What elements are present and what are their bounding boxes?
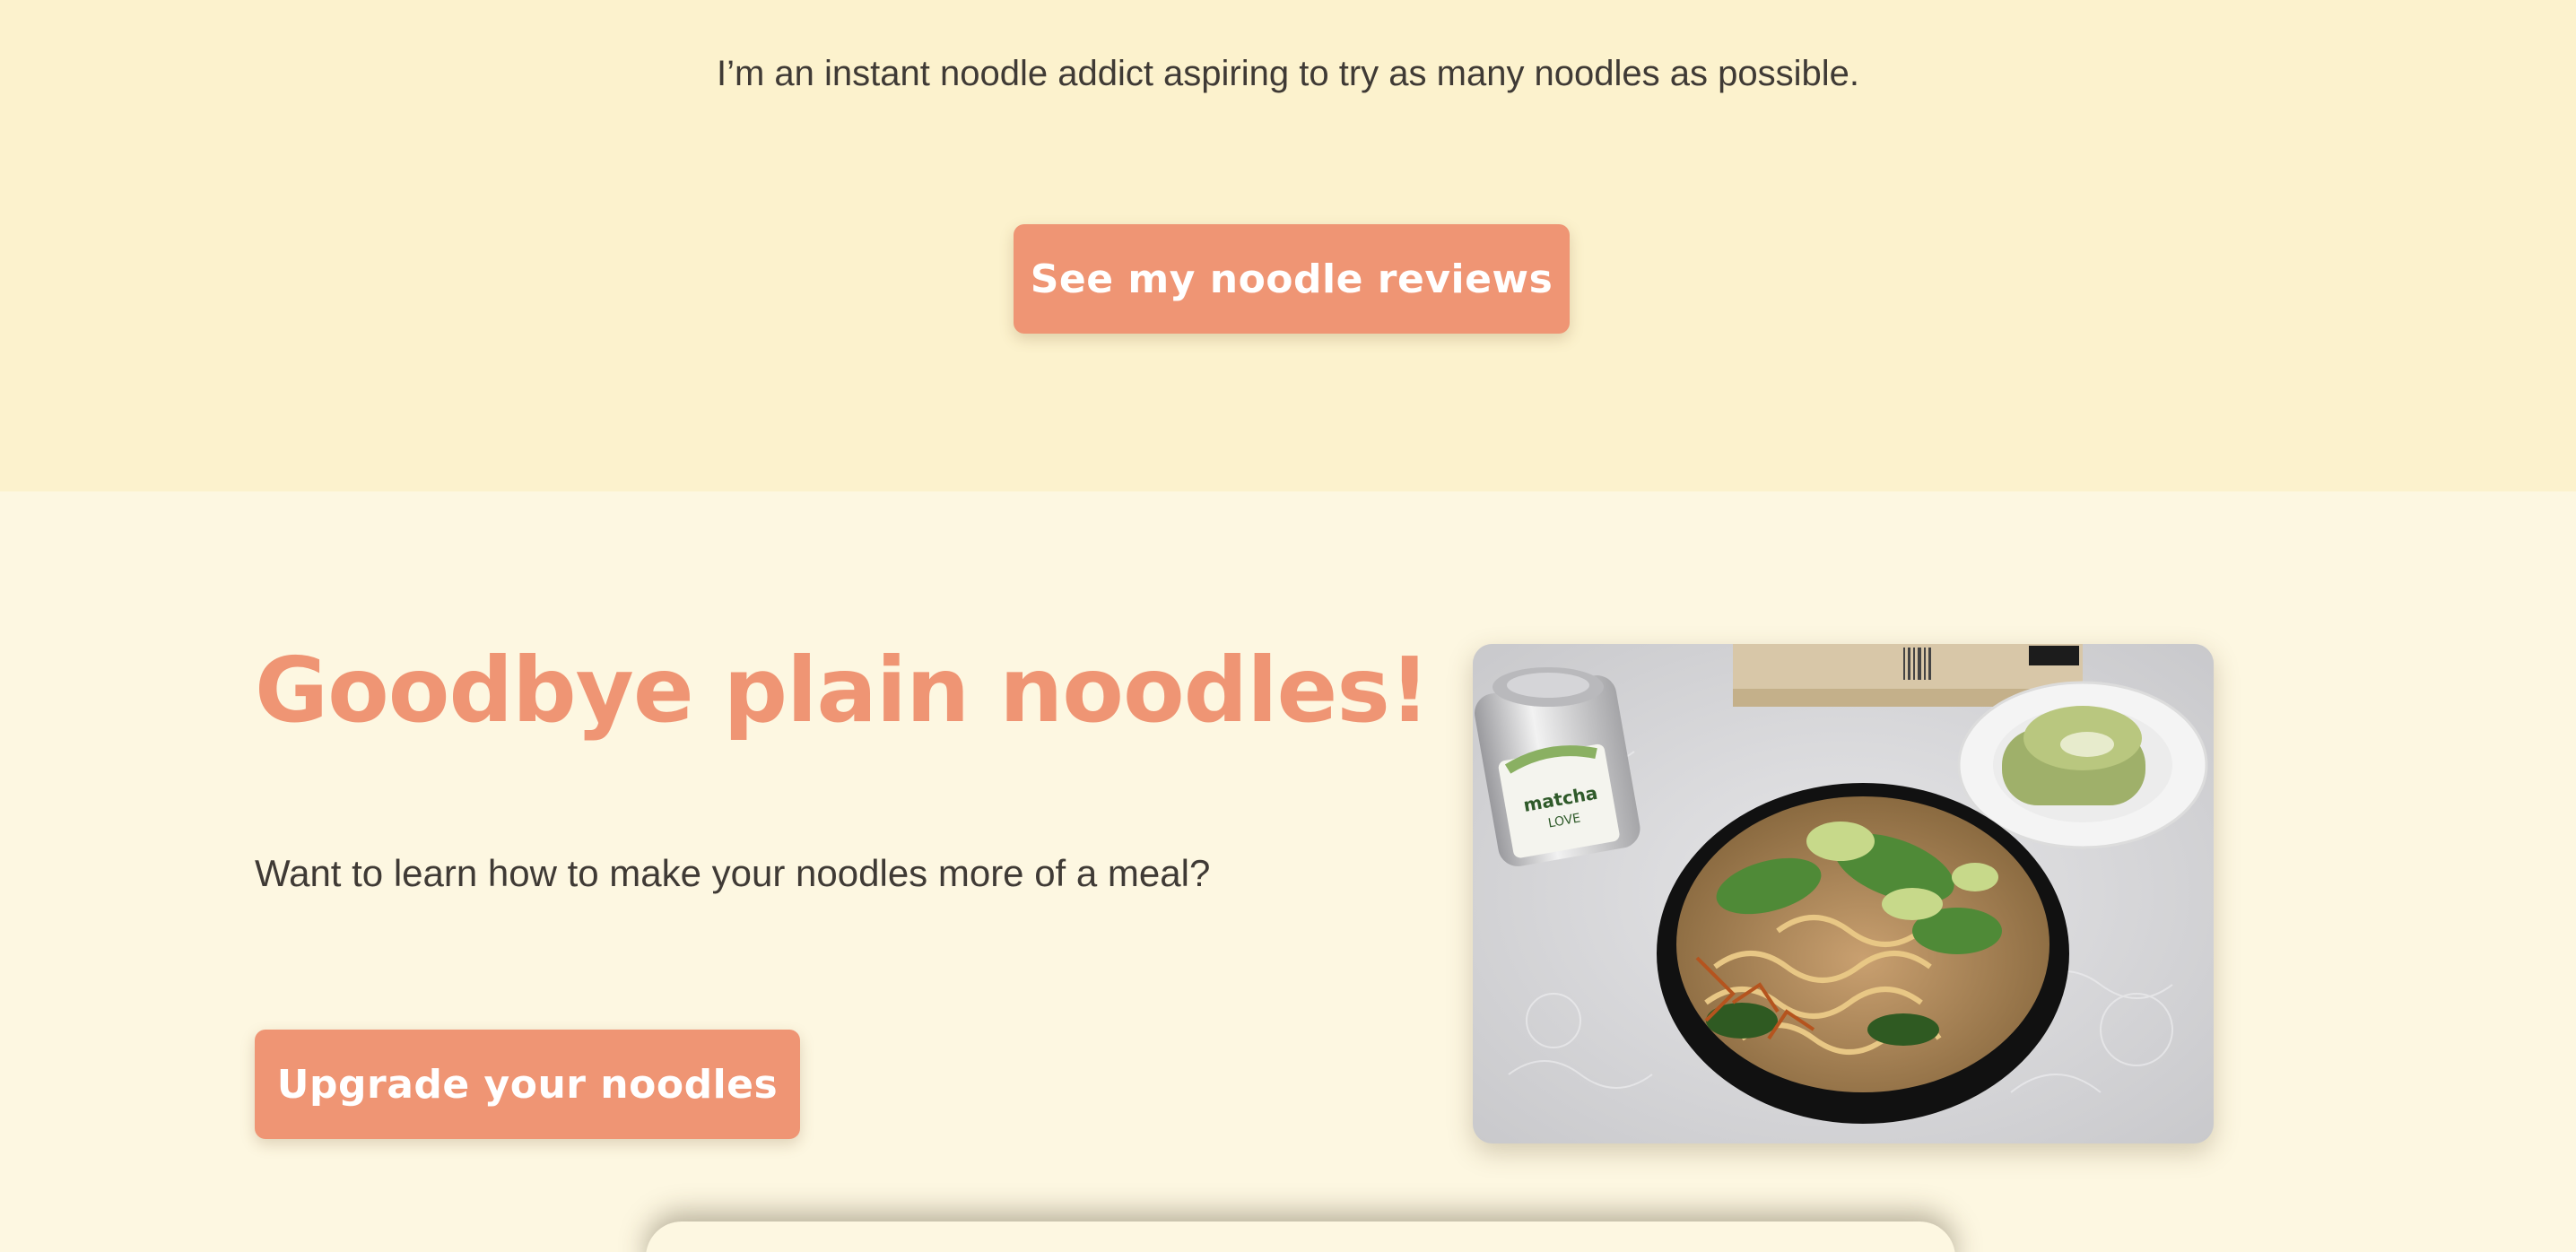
- next-section-card: [646, 1222, 1955, 1252]
- feature-section: Goodbye plain noodles! Want to learn how…: [0, 491, 2576, 1252]
- see-reviews-button[interactable]: See my noodle reviews: [1014, 224, 1570, 334]
- hero-tagline: I’m an instant noodle addict aspiring to…: [716, 54, 1860, 93]
- feature-description: Want to learn how to make your noodles m…: [255, 852, 1211, 894]
- noodle-bowl: [1657, 783, 2069, 1124]
- feature-title: Goodbye plain noodles!: [255, 638, 1430, 743]
- noodle-bowl-photo: matcha LOVE: [1473, 644, 2214, 1143]
- upgrade-noodles-button[interactable]: Upgrade your noodles: [255, 1030, 800, 1139]
- hero-section: I’m an instant noodle addict aspiring to…: [0, 0, 2576, 491]
